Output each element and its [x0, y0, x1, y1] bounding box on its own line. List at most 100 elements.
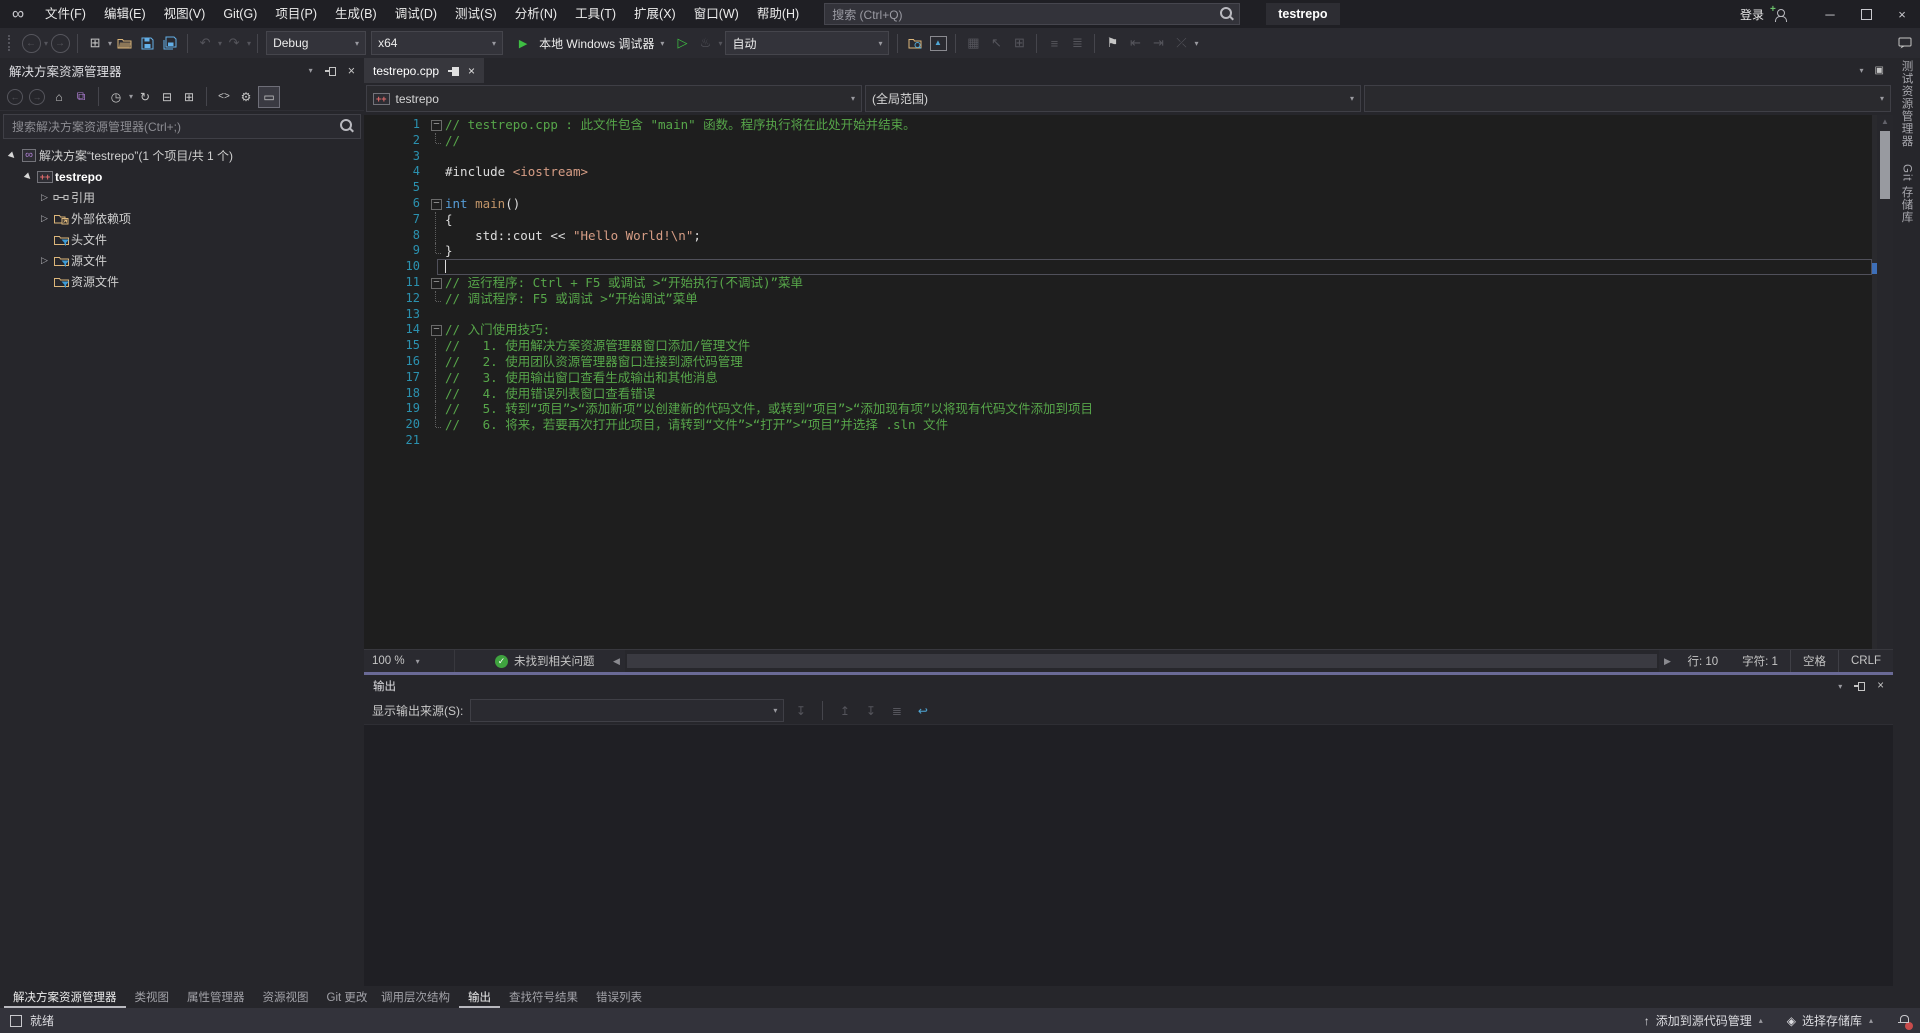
- add-to-source-control-button[interactable]: ↑ 添加到源代码管理 ▴: [1636, 1012, 1771, 1029]
- horizontal-scrollbar[interactable]: ◀ ▶: [609, 650, 1676, 672]
- undo-button[interactable]: ↶: [194, 32, 216, 54]
- zoom-dropdown[interactable]: 100 %▾: [364, 650, 455, 672]
- se-back-icon[interactable]: ←: [5, 87, 25, 107]
- previous-message-icon[interactable]: ↥: [835, 701, 854, 720]
- properties-wrench-icon[interactable]: ⚙: [236, 87, 256, 107]
- next-bookmark-icon[interactable]: ⇥: [1147, 32, 1169, 54]
- sync-with-active-document-icon[interactable]: ▲: [927, 32, 949, 54]
- selection-cursor-icon[interactable]: ↖: [985, 32, 1007, 54]
- profiler-icon[interactable]: ▦: [962, 32, 984, 54]
- close-panel-icon[interactable]: ×: [348, 64, 355, 78]
- new-project-dropdown-icon[interactable]: ▾: [108, 39, 112, 48]
- code-editor[interactable]: 1–// testrepo.cpp : 此文件包含 "main" 函数。程序执行…: [364, 115, 1872, 649]
- autohide-tab-1[interactable]: Git 存储库: [1899, 164, 1915, 223]
- output-options-icon[interactable]: ▾: [1838, 682, 1842, 691]
- menu-item-6[interactable]: 调试(D): [386, 0, 446, 28]
- minimize-button[interactable]: ─: [1812, 0, 1848, 28]
- menu-item-4[interactable]: 项目(P): [266, 0, 326, 28]
- tree-expander-icon[interactable]: ▶: [21, 169, 37, 185]
- navigate-forward-button[interactable]: →: [49, 32, 71, 54]
- quick-search-box[interactable]: 搜索 (Ctrl+Q): [824, 3, 1240, 25]
- add-account-icon[interactable]: +: [1772, 8, 1786, 21]
- outdent-icon[interactable]: ≡: [1043, 32, 1065, 54]
- hot-reload-icon[interactable]: ♨: [694, 32, 716, 54]
- code-line-19[interactable]: 19// 5. 转到“项目”>“添加新项”以创建新的代码文件，或转到“项目”>“…: [364, 401, 1872, 417]
- se-search-icon[interactable]: [340, 119, 352, 131]
- maximize-button[interactable]: [1848, 0, 1884, 28]
- tree-item-6[interactable]: 资源文件: [0, 271, 364, 292]
- copy-reference-icon[interactable]: ⊞: [1008, 32, 1030, 54]
- redo-dropdown-icon[interactable]: ▾: [247, 39, 251, 48]
- hot-reload-dropdown-icon[interactable]: ▾: [718, 39, 722, 48]
- pending-changes-filter-icon[interactable]: ◷: [106, 87, 126, 107]
- vertical-scrollbar[interactable]: ▲: [1877, 115, 1893, 649]
- tree-item-3[interactable]: ▷外部依赖项: [0, 208, 364, 229]
- menu-item-2[interactable]: 视图(V): [155, 0, 215, 28]
- find-in-files-icon[interactable]: [904, 32, 926, 54]
- solution-config-dropdown[interactable]: Debug▾: [266, 31, 366, 55]
- clear-bookmarks-icon[interactable]: ⤫: [1170, 32, 1192, 54]
- panel-options-icon[interactable]: ▾: [309, 66, 313, 75]
- clear-all-icon[interactable]: ≣: [887, 701, 906, 720]
- show-all-files-icon[interactable]: <>: [214, 87, 234, 107]
- menu-item-0[interactable]: 文件(F): [36, 0, 95, 28]
- code-line-14[interactable]: 14–// 入门使用技巧:: [364, 322, 1872, 338]
- save-all-button[interactable]: [159, 32, 181, 54]
- bottom-group-tab-3[interactable]: 错误列表: [587, 986, 651, 1008]
- code-line-1[interactable]: 1–// testrepo.cpp : 此文件包含 "main" 函数。程序执行…: [364, 117, 1872, 133]
- scrollbar-thumb[interactable]: [1880, 131, 1890, 199]
- sign-in-button[interactable]: 登录: [1740, 6, 1764, 23]
- code-line-17[interactable]: 17// 3. 使用输出窗口查看生成输出和其他消息: [364, 370, 1872, 386]
- bottom-group-tab-0[interactable]: 调用层次结构: [372, 986, 459, 1008]
- se-forward-icon[interactable]: →: [27, 87, 47, 107]
- select-repository-button[interactable]: ◈ 选择存储库 ▴: [1779, 1012, 1881, 1029]
- scope-dropdown[interactable]: (全局范围) ▾: [865, 85, 1361, 112]
- output-content[interactable]: [364, 725, 1893, 986]
- tab-pin-icon[interactable]: [448, 66, 459, 76]
- left-group-tab-2[interactable]: 属性管理器: [178, 986, 254, 1008]
- code-line-9[interactable]: 9}: [364, 243, 1872, 259]
- close-button[interactable]: ×: [1884, 0, 1920, 28]
- notifications-bell-icon[interactable]: [1897, 1014, 1910, 1027]
- scope-icon[interactable]: ⊞: [179, 87, 199, 107]
- tree-item-5[interactable]: ▷源文件: [0, 250, 364, 271]
- window-menu-icon[interactable]: ▣: [1875, 65, 1884, 76]
- start-without-debugging-icon[interactable]: ▷: [671, 32, 693, 54]
- solution-name-badge[interactable]: testrepo: [1266, 3, 1339, 25]
- tree-expander-icon[interactable]: ▶: [5, 148, 21, 164]
- code-line-16[interactable]: 16// 2. 使用团队资源管理器窗口连接到源代码管理: [364, 354, 1872, 370]
- scroll-right-icon[interactable]: ▶: [1659, 656, 1675, 667]
- home-icon[interactable]: ⌂: [49, 87, 69, 107]
- code-line-15[interactable]: 15// 1. 使用解决方案资源管理器窗口添加/管理文件: [364, 338, 1872, 354]
- bottom-group-tab-1[interactable]: 输出: [459, 986, 500, 1008]
- left-group-tab-4[interactable]: Git 更改: [318, 986, 377, 1008]
- code-line-12[interactable]: 12// 调试程序: F5 或调试 >“开始调试”菜单: [364, 291, 1872, 307]
- code-line-10[interactable]: 10: [364, 259, 1872, 275]
- scroll-up-icon[interactable]: ▲: [1877, 115, 1893, 128]
- save-button[interactable]: [136, 32, 158, 54]
- indent-icon[interactable]: ≣: [1066, 32, 1088, 54]
- document-tab-testrepo-cpp[interactable]: testrepo.cpp ×: [364, 58, 484, 83]
- project-dropdown[interactable]: ++ testrepo ▾: [366, 85, 862, 112]
- open-file-button[interactable]: [113, 32, 135, 54]
- bottom-group-tab-2[interactable]: 查找符号结果: [500, 986, 587, 1008]
- navigate-back-button[interactable]: ←: [20, 32, 42, 54]
- document-health-indicator[interactable]: ✓ 未找到相关问题: [455, 653, 609, 669]
- tree-item-2[interactable]: ▷引用: [0, 187, 364, 208]
- menu-item-7[interactable]: 测试(S): [446, 0, 506, 28]
- pin-icon[interactable]: [325, 66, 336, 76]
- menu-item-3[interactable]: Git(G): [214, 0, 266, 28]
- code-line-2[interactable]: 2//: [364, 133, 1872, 149]
- code-line-7[interactable]: 7{: [364, 212, 1872, 228]
- output-close-icon[interactable]: ×: [1877, 680, 1884, 692]
- undo-dropdown-icon[interactable]: ▾: [218, 39, 222, 48]
- left-group-tab-3[interactable]: 资源视图: [254, 986, 318, 1008]
- code-line-3[interactable]: 3: [364, 149, 1872, 165]
- search-icon[interactable]: [1220, 7, 1232, 19]
- member-dropdown[interactable]: ▾: [1364, 85, 1891, 112]
- tree-item-4[interactable]: 头文件: [0, 229, 364, 250]
- background-tasks-icon[interactable]: [10, 1015, 22, 1027]
- menu-item-9[interactable]: 工具(T): [566, 0, 625, 28]
- code-line-4[interactable]: 4#include <iostream>: [364, 164, 1872, 180]
- left-group-tab-0[interactable]: 解决方案资源管理器: [4, 986, 126, 1008]
